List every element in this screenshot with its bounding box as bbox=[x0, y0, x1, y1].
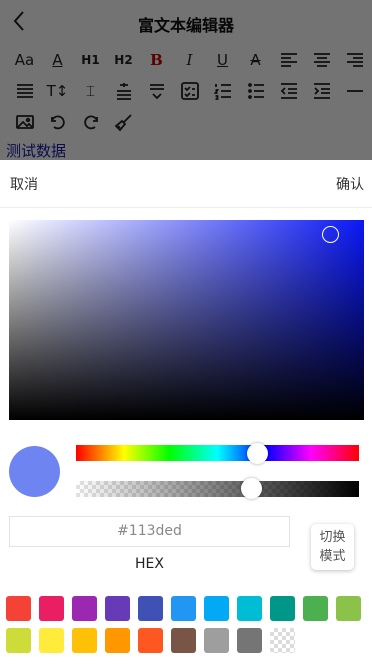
ordered-list-icon[interactable] bbox=[206, 75, 239, 106]
color-swatch[interactable] bbox=[138, 628, 163, 653]
color-swatch[interactable] bbox=[303, 596, 328, 621]
hue-slider[interactable] bbox=[76, 445, 359, 461]
color-swatch[interactable] bbox=[6, 596, 31, 621]
editor-page: 富文本编辑器 Aa A H1 H2 B I U A T↕ ⌶ 测试数据 bbox=[0, 0, 372, 160]
letter-spacing-icon[interactable]: ⌶ bbox=[74, 75, 107, 106]
justify-icon[interactable] bbox=[8, 75, 41, 106]
confirm-button[interactable]: 确认 bbox=[336, 174, 364, 194]
space-below-icon[interactable] bbox=[140, 75, 173, 106]
toolbar-row-1: Aa A H1 H2 B I U A bbox=[0, 44, 372, 75]
font-color-icon[interactable]: A bbox=[41, 44, 74, 75]
toolbar-row-3 bbox=[0, 106, 372, 137]
color-picker-sheet: 取消 确认 #113ded HEX 切换 模式 bbox=[0, 160, 372, 672]
color-swatch[interactable] bbox=[171, 596, 196, 621]
saturation-value-panel[interactable] bbox=[9, 220, 364, 420]
underline-icon[interactable]: U bbox=[206, 44, 239, 75]
swatch-row bbox=[6, 628, 366, 653]
color-swatch[interactable] bbox=[204, 628, 229, 653]
nav-bar: 富文本编辑器 bbox=[0, 0, 372, 44]
undo-icon[interactable] bbox=[41, 106, 74, 137]
color-swatch[interactable] bbox=[39, 596, 64, 621]
hex-label: HEX bbox=[135, 556, 164, 572]
color-swatch[interactable] bbox=[237, 596, 262, 621]
color-swatch[interactable] bbox=[105, 596, 130, 621]
align-right-icon[interactable] bbox=[338, 44, 371, 75]
toolbar-row-2: T↕ ⌶ bbox=[0, 75, 372, 106]
color-swatch[interactable] bbox=[72, 628, 97, 653]
line-height-icon[interactable]: T↕ bbox=[41, 75, 74, 106]
heading1-icon[interactable]: H1 bbox=[74, 44, 107, 75]
redo-icon[interactable] bbox=[74, 106, 107, 137]
cancel-button[interactable]: 取消 bbox=[10, 174, 38, 194]
editor-content[interactable]: 测试数据 bbox=[6, 140, 66, 161]
color-preview bbox=[9, 446, 60, 497]
align-left-icon[interactable] bbox=[272, 44, 305, 75]
color-swatch[interactable] bbox=[72, 596, 97, 621]
color-swatch[interactable] bbox=[39, 628, 64, 653]
indent-icon[interactable] bbox=[305, 75, 338, 106]
hex-input[interactable]: #113ded bbox=[9, 516, 290, 547]
color-swatch[interactable] bbox=[336, 596, 361, 621]
preset-swatches bbox=[6, 596, 366, 660]
checklist-icon[interactable] bbox=[173, 75, 206, 106]
switch-mode-button[interactable]: 切换 模式 bbox=[311, 524, 354, 570]
heading2-icon[interactable]: H2 bbox=[107, 44, 140, 75]
color-swatch[interactable] bbox=[138, 596, 163, 621]
color-swatch[interactable] bbox=[270, 596, 295, 621]
horizontal-rule-icon[interactable] bbox=[338, 75, 371, 106]
font-size-icon[interactable]: Aa bbox=[8, 44, 41, 75]
italic-icon[interactable]: I bbox=[173, 44, 206, 75]
strikethrough-icon[interactable]: A bbox=[239, 44, 272, 75]
color-swatch[interactable] bbox=[237, 628, 262, 653]
color-swatch[interactable] bbox=[105, 628, 130, 653]
alpha-slider-thumb[interactable] bbox=[240, 478, 262, 499]
bold-icon[interactable]: B bbox=[140, 44, 173, 75]
swatch-row bbox=[6, 596, 366, 621]
alpha-slider[interactable] bbox=[76, 481, 359, 497]
paragraph-spacing-icon[interactable] bbox=[107, 75, 140, 106]
swatch-transparent[interactable] bbox=[270, 628, 295, 653]
bullet-list-icon[interactable] bbox=[239, 75, 272, 106]
saturation-value-thumb[interactable] bbox=[322, 226, 339, 243]
color-swatch[interactable] bbox=[171, 628, 196, 653]
page-title: 富文本编辑器 bbox=[137, 16, 234, 35]
hue-slider-thumb[interactable] bbox=[246, 443, 268, 464]
color-swatch[interactable] bbox=[204, 596, 229, 621]
sheet-header: 取消 确认 bbox=[0, 160, 372, 208]
outdent-icon[interactable] bbox=[272, 75, 305, 106]
align-center-icon[interactable] bbox=[305, 44, 338, 75]
color-swatch[interactable] bbox=[6, 628, 31, 653]
clear-format-icon[interactable] bbox=[107, 106, 140, 137]
image-icon[interactable] bbox=[8, 106, 41, 137]
